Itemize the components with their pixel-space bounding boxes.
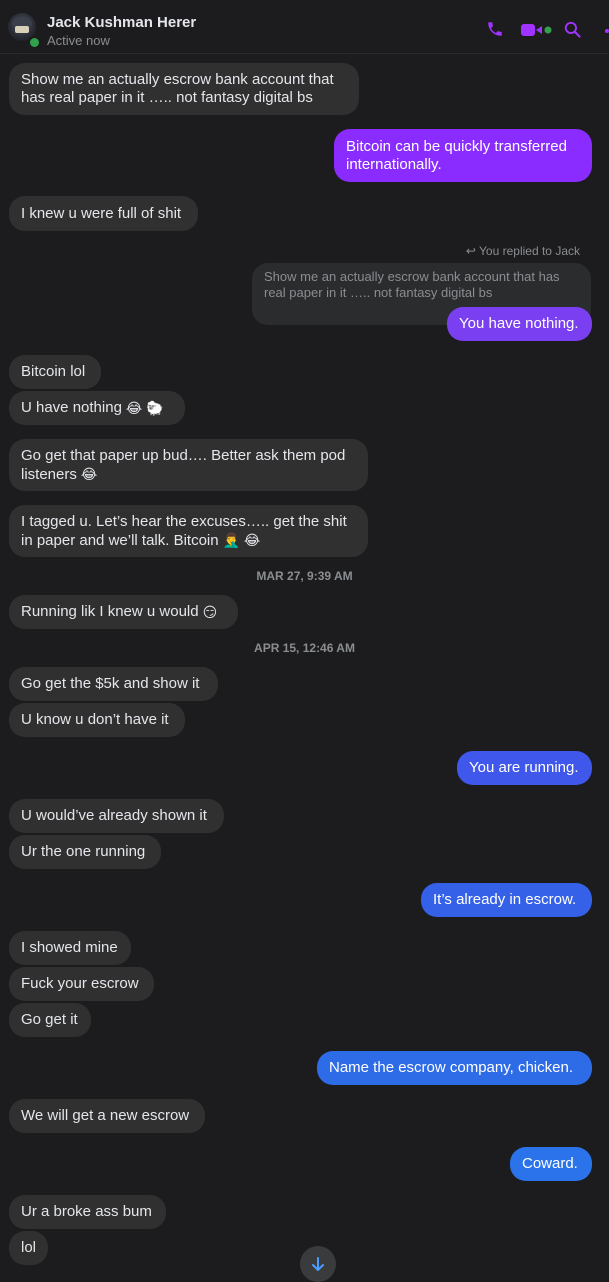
outgoing-message[interactable]: Coward. (510, 1147, 592, 1181)
message-text: Coward. (522, 1155, 578, 1172)
message-text: It’s already in escrow. (433, 891, 577, 908)
contact-name[interactable]: Jack Kushman Herer (47, 14, 196, 31)
message-text: Fuck your escrow (21, 975, 139, 992)
message-text: lol (21, 1239, 37, 1256)
message-text: Bitcoin can be quickly transferred inter… (346, 137, 567, 173)
outgoing-message[interactable]: Name the escrow company, chicken. (317, 1051, 592, 1085)
incoming-message[interactable]: We will get a new escrow (9, 1099, 205, 1133)
incoming-message[interactable]: I knew u were full of shit (9, 196, 198, 231)
message-text: Bitcoin lol (21, 363, 86, 380)
incoming-message[interactable]: Bitcoin lol (9, 355, 101, 389)
reply-arrow-icon: ↩ (465, 244, 476, 258)
emoji: 😂 🐑 (125, 400, 164, 416)
date-separator: APR 15, 12:46 AM (254, 641, 355, 655)
message-text: I showed mine (21, 939, 118, 956)
reply-indicator: ↩ You replied to Jack (466, 244, 580, 258)
incoming-message[interactable]: Ur a broke ass bum (9, 1195, 166, 1229)
outgoing-message[interactable]: It’s already in escrow. (421, 883, 592, 917)
incoming-message[interactable]: U would’ve already shown it (9, 799, 224, 833)
more-options-icon[interactable] (605, 29, 609, 33)
outgoing-message[interactable]: You have nothing. (447, 307, 592, 341)
incoming-message[interactable]: U know u don’t have it (9, 703, 185, 737)
message-text: Show me an actually escrow bank account … (21, 71, 334, 106)
emoji: 🤦‍♂️ 😂 (222, 531, 261, 548)
message-text: Go get it (21, 1011, 78, 1028)
incoming-message[interactable]: lol (9, 1231, 48, 1265)
message-text: Ur a broke ass bum (21, 1203, 152, 1220)
outgoing-message[interactable]: You are running. (457, 751, 592, 785)
conversation-header: Jack Kushman Herer Active now (0, 0, 609, 54)
incoming-message[interactable]: Go get that paper up bud…. Better ask th… (9, 439, 368, 491)
message-text: You are running. (469, 759, 579, 776)
emoji: 😏 (202, 604, 218, 620)
incoming-message[interactable]: Show me an actually escrow bank account … (9, 63, 359, 115)
incoming-message[interactable]: Go get it (9, 1003, 91, 1037)
contact-status: Active now (47, 33, 110, 48)
date-separator: MAR 27, 9:39 AM (256, 569, 353, 583)
message-text: I tagged u. Let’s hear the excuses….. ge… (21, 512, 347, 549)
message-text: Running lik I knew u would (21, 603, 199, 620)
message-text: We will get a new escrow (21, 1107, 190, 1124)
incoming-message[interactable]: Go get the $5k and show it (9, 667, 218, 701)
incoming-message[interactable]: Running lik I knew u would 😏 (9, 595, 238, 629)
search-icon[interactable] (563, 20, 582, 39)
incoming-message[interactable]: Ur the one running (9, 835, 161, 869)
incoming-message[interactable]: Fuck your escrow (9, 967, 154, 1001)
message-text: Go get the $5k and show it (21, 675, 200, 692)
message-text: Name the escrow company, chicken. (329, 1059, 573, 1076)
incoming-message[interactable]: I showed mine (9, 931, 131, 965)
message-text: Go get that paper up bud…. Better ask th… (21, 446, 346, 483)
arrow-down-icon (312, 1257, 324, 1271)
online-status-dot (28, 36, 41, 49)
scroll-to-bottom-button[interactable] (300, 1246, 336, 1282)
incoming-message[interactable]: U have nothing 😂 🐑 (9, 391, 185, 425)
message-text: You have nothing. (459, 315, 579, 332)
outgoing-message[interactable]: Bitcoin can be quickly transferred inter… (334, 129, 592, 182)
video-call-icon[interactable] (520, 23, 552, 37)
incoming-message[interactable]: I tagged u. Let’s hear the excuses….. ge… (9, 505, 368, 557)
phone-call-icon[interactable] (486, 20, 504, 38)
message-text: I knew u were full of shit (21, 204, 182, 222)
reply-hint-text: You replied to Jack (479, 244, 580, 258)
message-text: U have nothing (21, 399, 122, 416)
emoji: 😂 (80, 465, 98, 482)
message-text: U know u don’t have it (21, 711, 169, 728)
message-text: Ur the one running (21, 843, 146, 860)
message-text: U would’ve already shown it (21, 807, 207, 824)
